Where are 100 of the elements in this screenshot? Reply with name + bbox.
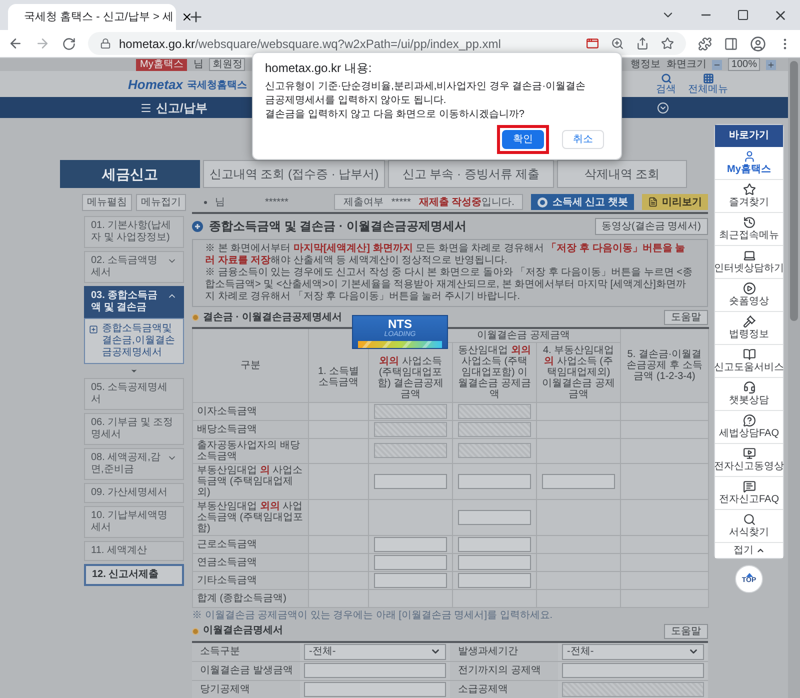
step-menu-item[interactable]: 08. 세액공제,감면,준비금 xyxy=(84,448,184,480)
cancel-button[interactable]: 취소 xyxy=(562,130,604,149)
clock-icon[interactable] xyxy=(742,216,756,229)
zoom-value: 100% xyxy=(728,58,760,71)
notice-text: ※ 본 화면에서부터 마지막[세액계산] 화면까지 모든 화면을 차례로 경유해서 「저장 후 다음이동」버튼을 눌러 자료를 저장해야 산출세액 등 세액계산이 정상적으로 반영됩니다. xyxy=(205,243,686,266)
laptop-icon[interactable] xyxy=(742,249,756,262)
lock-icon xyxy=(100,38,111,49)
expand-square-icon[interactable] xyxy=(89,325,98,334)
dialog-message: 결손금을 입력하지 않고 다음 화면으로 이동하시겠습니까? xyxy=(265,108,526,122)
zoom-icon[interactable] xyxy=(611,37,624,50)
step-menu-item[interactable]: 03. 종합소득금액 및 결손금 xyxy=(84,286,184,318)
form-label: 전기까지의 공제액 xyxy=(450,662,558,680)
all-menu-button[interactable]: 전체메뉴 xyxy=(688,73,728,95)
row-label: 근로소득금액 xyxy=(192,535,308,553)
screen-size-label: 화면크기 xyxy=(666,58,706,70)
step-menu-item[interactable]: 10. 기납부세액명세서 xyxy=(84,506,184,538)
menu-toggle-button[interactable]: 메뉴접기 xyxy=(136,194,186,211)
video-icon[interactable] xyxy=(742,447,756,460)
row-label: 이자소득금액 xyxy=(192,402,308,420)
user-name-label: 님 xyxy=(215,196,225,210)
expand-icon[interactable] xyxy=(657,102,670,114)
share-icon[interactable] xyxy=(636,37,649,50)
step-menu-item[interactable]: 09. 가산세명세서 xyxy=(84,483,184,503)
my-hometax-button[interactable]: My홈택스 xyxy=(136,58,188,70)
member-button[interactable]: 회원정 xyxy=(209,58,246,71)
menu-icon xyxy=(140,102,152,114)
scrollbar[interactable] xyxy=(788,58,800,698)
star-icon[interactable] xyxy=(742,183,756,196)
submenu-item[interactable]: 종합소득금액및결손금,이월결손금공제명세서 xyxy=(102,323,179,359)
extensions-icon[interactable] xyxy=(698,36,712,50)
amount-field[interactable] xyxy=(542,474,616,488)
loading-title: NTS xyxy=(388,318,412,331)
amount-field[interactable] xyxy=(458,572,531,588)
url-text: hometax.go.kr/websquare/websquare.wq?w2xPath=/ui/pp/index_pp.xml xyxy=(119,36,501,52)
bookmark-star-icon[interactable] xyxy=(661,37,674,50)
close-icon[interactable] xyxy=(181,11,194,23)
profile-icon[interactable] xyxy=(750,36,766,52)
message-icon[interactable] xyxy=(742,480,756,493)
zoom-in-button[interactable] xyxy=(766,60,776,70)
maximize-icon[interactable] xyxy=(737,9,749,21)
column-header: 동산임대업 외의 사업소득 (주택임대업포함) 이월결손금 공제금액 xyxy=(452,342,536,402)
popup-blocked-icon[interactable] xyxy=(586,37,599,50)
step-menu-item[interactable]: 02. 소득금액명세서 xyxy=(84,251,184,283)
side-panel-icon[interactable] xyxy=(724,36,738,50)
scroll-down-icon[interactable] xyxy=(130,367,138,375)
new-tab-icon[interactable] xyxy=(188,9,204,25)
section-tab[interactable]: 신고내역 조회 (접수증 · 납부서) xyxy=(203,160,385,188)
section-tab[interactable]: 신고 부속 · 증빙서류 제출 xyxy=(388,160,554,188)
input-field[interactable] xyxy=(304,682,446,697)
info-link[interactable]: 행정보 xyxy=(630,58,660,70)
back-icon[interactable] xyxy=(8,36,23,51)
address-bar[interactable]: hometax.go.kr/websquare/websquare.wq?w2xPath=/ui/pp/index_pp.xml xyxy=(88,32,686,55)
collapse-button[interactable]: 접기 xyxy=(715,543,783,558)
select-field[interactable]: -전체- xyxy=(562,644,704,660)
hometax-logo[interactable]: Hometax 국세청홈택스 xyxy=(128,76,247,92)
form-label: 발생과세기간 xyxy=(450,642,558,662)
amount-field[interactable] xyxy=(374,474,447,488)
nav-menu-button[interactable]: 신고/납부 xyxy=(140,98,208,116)
section-tab[interactable]: 삭제내역 조회 xyxy=(557,160,687,188)
amount-field[interactable] xyxy=(458,510,531,524)
video-button[interactable]: 동영상(결손금 명세서) xyxy=(594,218,708,235)
help-button[interactable]: 도움말 xyxy=(664,624,708,638)
section-title: 결손금 · 이월결손금공제명세서 xyxy=(203,310,342,324)
step-menu-item[interactable]: 11. 세액계산 xyxy=(84,541,184,561)
amount-field[interactable] xyxy=(458,536,531,552)
gavel-icon[interactable] xyxy=(742,315,756,328)
menu-toggle-button[interactable]: 메뉴펼침 xyxy=(82,194,132,211)
headset-icon[interactable] xyxy=(742,381,756,394)
step-menu-item[interactable]: 12. 신고서제출 xyxy=(84,564,184,586)
step-menu-item[interactable]: 05. 소득공제명세서 xyxy=(84,378,184,410)
reload-icon[interactable] xyxy=(62,36,76,50)
zoom-out-button[interactable] xyxy=(712,60,722,70)
row-label: 기타소득금액 xyxy=(192,571,308,589)
preview-button[interactable]: 미리보기 xyxy=(642,194,708,210)
step-menu-item[interactable]: 06. 기부금 및 조정명세서 xyxy=(84,413,184,445)
question-bubble-icon[interactable] xyxy=(742,414,756,427)
help-button[interactable]: 도움말 xyxy=(664,310,708,325)
step-menu-item[interactable]: 01. 기본사항(납세자 및 사업장정보) xyxy=(84,216,184,248)
input-field[interactable] xyxy=(562,663,704,678)
confirm-button[interactable]: 확인 xyxy=(502,130,544,149)
amount-field[interactable] xyxy=(374,536,447,552)
chatbot-button[interactable]: 소득세 신고 챗봇 xyxy=(531,194,634,210)
select-field[interactable]: -전체- xyxy=(304,644,446,660)
amount-field[interactable] xyxy=(374,572,447,588)
grid-icon xyxy=(702,73,714,84)
amount-field[interactable] xyxy=(458,474,531,488)
input-field[interactable] xyxy=(304,663,446,678)
section-tab[interactable]: 세금신고 xyxy=(60,160,200,188)
play-icon[interactable] xyxy=(742,282,756,295)
tab-title: 국세청 홈택스 - 신고/납부 > 세 xyxy=(24,10,174,25)
search-icon xyxy=(660,73,672,84)
status-label: 제출여부 xyxy=(343,196,384,210)
search-button[interactable]: 검색 xyxy=(656,73,676,95)
book-icon[interactable] xyxy=(742,348,756,361)
person-icon[interactable] xyxy=(742,150,756,163)
column-header: 구분 xyxy=(192,328,308,402)
column-header: 1. 소득별 소득금액 xyxy=(308,328,368,402)
search-icon[interactable] xyxy=(742,513,756,526)
amount-field[interactable] xyxy=(458,554,531,570)
amount-field[interactable] xyxy=(374,554,447,570)
